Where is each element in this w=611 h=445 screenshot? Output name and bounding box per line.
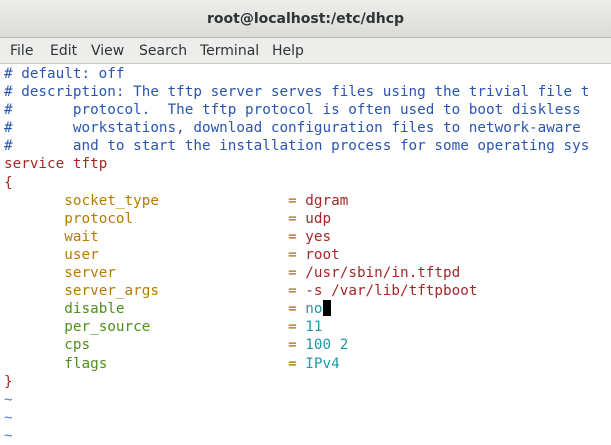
service-name: tftp: [72, 156, 108, 173]
equals-sign: =: [288, 355, 297, 372]
setting-value: /usr/sbin/in.tftpd: [305, 265, 461, 282]
setting-value: 11: [305, 319, 323, 336]
setting-key: cps: [64, 337, 91, 354]
menu-file[interactable]: File: [10, 43, 33, 59]
setting-line: wait = yes: [4, 228, 611, 246]
empty-line: ~: [4, 409, 611, 427]
equals-sign: =: [288, 246, 297, 263]
comment-text: # and to start the installation process …: [4, 138, 590, 155]
setting-value: udp: [305, 210, 332, 227]
close-brace: }: [4, 373, 13, 390]
editor-line: # description: The tftp server serves fi…: [4, 83, 611, 101]
empty-line-marker: ~: [4, 409, 13, 426]
comment-text: # protocol. The tftp protocol is often u…: [4, 102, 581, 119]
setting-line: cps = 100 2: [4, 336, 611, 354]
setting-line: flags = IPv4: [4, 355, 611, 373]
equals-sign: =: [288, 228, 297, 245]
setting-line: server = /usr/sbin/in.tftpd: [4, 264, 611, 282]
setting-value: no: [305, 301, 323, 318]
setting-value: IPv4: [305, 355, 340, 372]
empty-line-marker: ~: [4, 391, 13, 408]
window-title: root@localhost:/etc/dhcp: [206, 11, 405, 27]
comment-text: # default: off: [4, 66, 125, 82]
editor-line: # workstations, download configuration f…: [4, 119, 611, 137]
setting-value: yes: [305, 228, 332, 245]
setting-value: -s /var/lib/tftpboot: [305, 283, 478, 300]
menu-terminal[interactable]: Terminal: [200, 43, 259, 59]
setting-key: server_args: [64, 283, 159, 300]
menu-edit[interactable]: Edit: [50, 43, 77, 59]
setting-key: socket_type: [64, 192, 159, 209]
setting-line: per_source = 11: [4, 318, 611, 336]
menu-bar: File Edit View Search Terminal Help: [0, 38, 611, 64]
empty-line-marker: ~: [4, 427, 13, 444]
setting-key: disable: [64, 301, 125, 318]
equals-sign: =: [288, 210, 297, 227]
editor-line: }: [4, 373, 611, 391]
terminal-content[interactable]: # default: off # description: The tftp se…: [4, 65, 611, 445]
setting-key: protocol: [64, 210, 134, 227]
equals-sign: =: [288, 265, 297, 282]
setting-key: flags: [64, 355, 108, 372]
empty-line: ~: [4, 427, 611, 445]
setting-value: dgram: [305, 192, 349, 209]
menu-help[interactable]: Help: [272, 43, 304, 59]
equals-sign: =: [288, 301, 297, 318]
comment-text: # description: The tftp server serves fi…: [4, 84, 590, 101]
setting-line: user = root: [4, 246, 611, 264]
setting-key: wait: [64, 228, 99, 245]
open-brace: {: [4, 174, 13, 191]
terminal-window: root@localhost:/etc/dhcp File Edit View …: [0, 0, 611, 445]
setting-key: user: [64, 246, 99, 263]
setting-line: disable = no: [4, 300, 611, 318]
equals-sign: =: [288, 337, 297, 354]
setting-line: socket_type = dgram: [4, 192, 611, 210]
menu-search[interactable]: Search: [139, 43, 187, 59]
setting-line: protocol = udp: [4, 210, 611, 228]
setting-line: server_args = -s /var/lib/tftpboot: [4, 282, 611, 300]
text-cursor: [322, 300, 332, 317]
editor-line: # default: off: [4, 65, 611, 83]
empty-line: ~: [4, 391, 611, 409]
title-bar[interactable]: root@localhost:/etc/dhcp: [0, 0, 611, 38]
setting-key: per_source: [64, 319, 151, 336]
editor-line: service tftp: [4, 155, 611, 173]
equals-sign: =: [288, 319, 297, 336]
setting-value: root: [305, 246, 340, 263]
editor-line: {: [4, 174, 611, 192]
comment-text: # workstations, download configuration f…: [4, 120, 581, 137]
service-keyword: service: [4, 156, 65, 173]
editor-line: # protocol. The tftp protocol is often u…: [4, 101, 611, 119]
menu-view[interactable]: View: [91, 43, 124, 59]
editor-line: # and to start the installation process …: [4, 137, 611, 155]
equals-sign: =: [288, 283, 297, 300]
equals-sign: =: [288, 192, 297, 209]
setting-value: 100 2: [305, 337, 349, 354]
setting-key: server: [64, 265, 116, 282]
